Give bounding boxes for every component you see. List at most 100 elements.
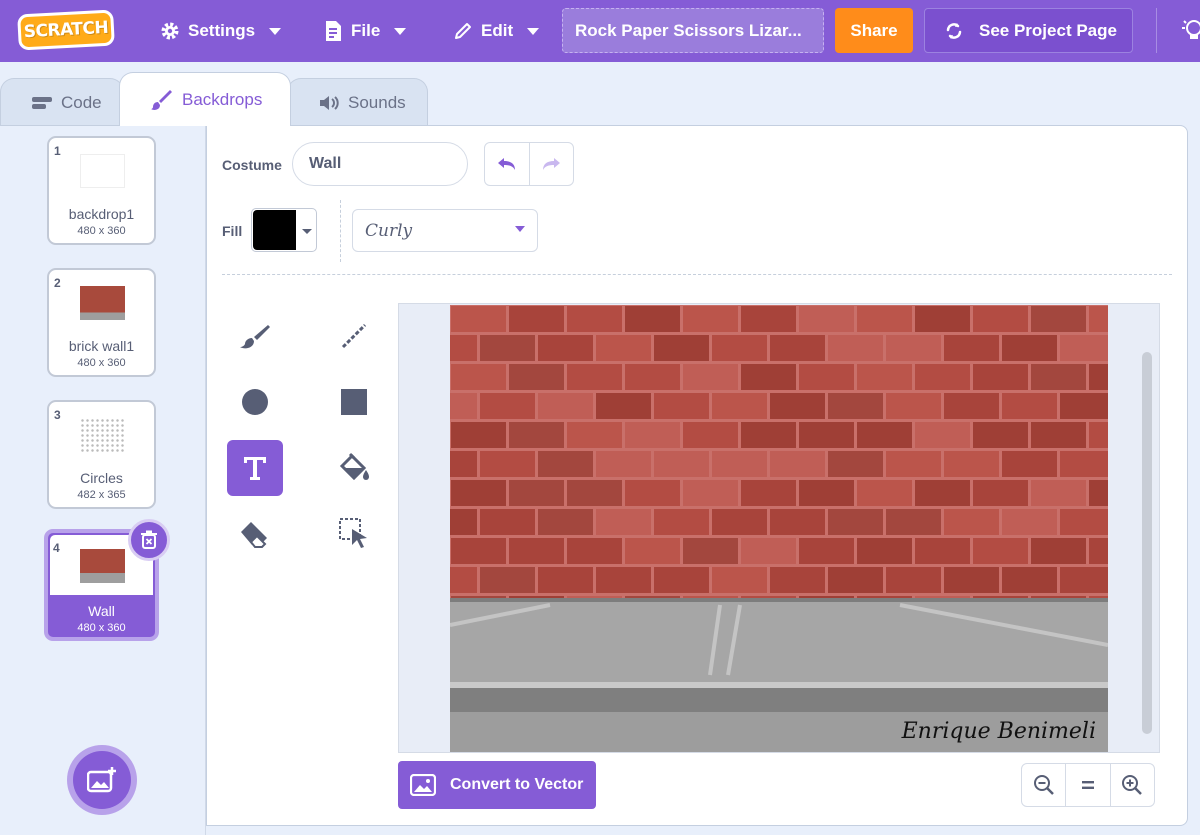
costume-name-input[interactable]: Wall (292, 142, 468, 186)
rectangle-tool[interactable] (326, 374, 382, 430)
tab-label: Backdrops (182, 89, 263, 109)
brush-tool[interactable] (227, 308, 283, 364)
edit-menu[interactable]: Edit (453, 14, 540, 48)
backdrop-thumbnail (80, 418, 125, 452)
backdrop-item[interactable]: 2 brick wall1 480 x 360 (47, 268, 156, 377)
chevron-down-icon (394, 27, 407, 35)
eraser-icon (241, 522, 267, 548)
equals-icon (1081, 781, 1094, 789)
backdrop-thumbnail (80, 549, 125, 583)
costume-label: Costume (222, 157, 282, 173)
file-menu[interactable]: File (323, 14, 407, 48)
backdrop-item[interactable]: 3 Circles 482 x 365 (47, 400, 156, 509)
image-icon (410, 774, 436, 796)
redo-button[interactable] (530, 143, 574, 185)
backdrop-item[interactable]: 1 backdrop1 480 x 360 (47, 136, 156, 245)
circle-icon (242, 389, 268, 415)
file-icon (326, 21, 341, 41)
backdrop-thumbnail (80, 286, 125, 320)
redo-icon (543, 158, 561, 170)
backdrop-size: 482 x 365 (77, 489, 126, 501)
add-image-icon (87, 767, 116, 793)
text-icon (244, 457, 266, 480)
line-icon (341, 323, 367, 349)
paint-canvas-frame: Enrique Benimeli (398, 303, 1160, 753)
canvas-scrollbar[interactable] (1142, 352, 1152, 734)
circle-tool[interactable] (227, 374, 283, 430)
backdrop-name: backdrop1 (68, 206, 135, 222)
fill-label: Fill (222, 223, 243, 239)
fill-color-swatch (253, 210, 296, 250)
eraser-tool[interactable] (227, 506, 283, 562)
speaker-icon (320, 95, 339, 110)
select-cursor-icon (339, 518, 367, 548)
share-button[interactable]: Share (835, 8, 913, 53)
zoom-reset-button[interactable] (1065, 764, 1109, 806)
undo-button[interactable] (485, 143, 530, 185)
zoom-out-icon (1033, 775, 1054, 795)
pencil-icon (455, 23, 471, 39)
canvas-text[interactable]: Enrique Benimeli (902, 719, 1096, 744)
toolbar-divider (340, 200, 341, 262)
delete-backdrop-button[interactable] (128, 519, 170, 561)
undo-redo-group (484, 142, 574, 186)
tab-label: Code (61, 92, 102, 112)
edit-label: Edit (481, 21, 514, 40)
tab-sounds[interactable]: Sounds (287, 78, 428, 126)
menu-divider (1156, 8, 1157, 53)
code-blocks-icon (32, 96, 52, 109)
project-title-input[interactable]: Rock Paper Scissors Lizar... (562, 8, 824, 53)
menu-bar: SCRATCH Settings File Edit Rock Paper Sc… (0, 0, 1200, 62)
trash-icon (141, 530, 157, 549)
text-tool[interactable] (227, 440, 283, 496)
font-dropdown[interactable]: Curly (352, 209, 538, 252)
choose-backdrop-button[interactable] (67, 745, 137, 815)
backdrop-size: 480 x 360 (77, 225, 126, 237)
lightbulb-icon[interactable] (1180, 18, 1200, 44)
backdrop-number: 3 (54, 408, 61, 422)
paintbrush-icon (240, 325, 270, 349)
backdrop-number: 1 (54, 144, 61, 158)
chevron-down-icon (302, 229, 312, 234)
backdrop-number: 2 (54, 276, 61, 290)
settings-menu[interactable]: Settings (160, 14, 282, 48)
chevron-down-icon (527, 27, 540, 35)
scratch-logo[interactable]: SCRATCH (17, 9, 115, 51)
zoom-controls (1021, 763, 1155, 807)
zoom-in-button[interactable] (1109, 764, 1154, 806)
backdrop-name: brick wall1 (68, 338, 135, 354)
brush-icon (151, 89, 172, 110)
backdrop-size: 480 x 360 (77, 357, 126, 369)
convert-label: Convert to Vector (450, 776, 584, 793)
backdrop-size: 480 x 360 (77, 622, 126, 634)
gear-icon (161, 22, 179, 40)
paint-canvas[interactable]: Enrique Benimeli (450, 305, 1108, 752)
paint-bucket-icon (339, 452, 369, 481)
convert-to-vector-button[interactable]: Convert to Vector (398, 761, 596, 809)
fill-tool[interactable] (326, 440, 382, 496)
line-tool[interactable] (326, 308, 382, 364)
brick-wall-image (450, 305, 1108, 752)
select-tool[interactable] (326, 506, 382, 562)
backdrop-name: Circles (80, 470, 123, 486)
backdrop-thumbnail (80, 154, 125, 188)
settings-label: Settings (188, 21, 256, 40)
zoom-in-icon (1122, 775, 1143, 795)
undo-icon (497, 158, 515, 170)
chevron-down-icon (269, 27, 282, 35)
font-name: Curly (365, 220, 413, 241)
tab-code[interactable]: Code (0, 78, 124, 126)
chevron-down-icon (515, 226, 525, 232)
toolbar-separator (222, 274, 1172, 275)
backdrop-name: Wall (88, 603, 115, 619)
fill-color-picker[interactable] (251, 208, 317, 252)
backdrop-number: 4 (53, 541, 60, 555)
refresh-icon (946, 22, 962, 39)
tab-backdrops[interactable]: Backdrops (119, 72, 291, 126)
choose-backdrop-inner (73, 751, 131, 809)
zoom-out-button[interactable] (1022, 764, 1065, 806)
square-icon (341, 389, 367, 415)
see-project-page-button[interactable]: See Project Page (924, 8, 1133, 53)
tab-label: Sounds (348, 92, 406, 112)
file-label: File (351, 21, 381, 40)
